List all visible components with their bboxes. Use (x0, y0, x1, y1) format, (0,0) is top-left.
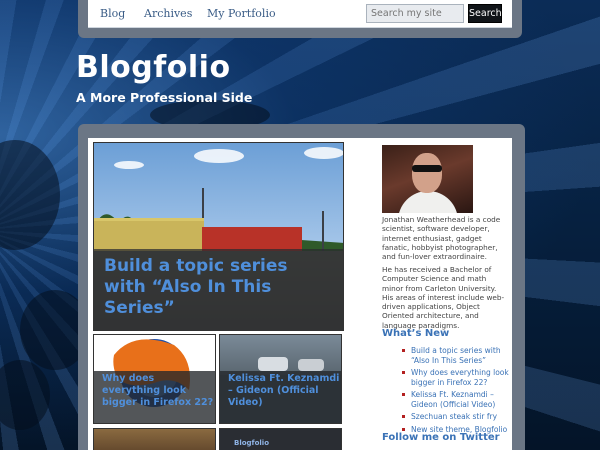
top-nav: Blog Archives My Portfolio Search (88, 0, 512, 28)
featured-post-title[interactable]: Build a topic series with “Also In This … (104, 256, 334, 319)
post-card[interactable]: Blogfolio (219, 428, 342, 450)
whats-new-item[interactable]: Szechuan steak stir fry (402, 412, 512, 422)
twitter-heading: Follow me on Twitter (382, 432, 500, 443)
whats-new-item[interactable]: Kelissa Ft. Keznamdi – Gideon (Official … (402, 390, 512, 409)
post-card[interactable]: Kelissa Ft. Keznamdi – Gideon (Official … (219, 334, 342, 424)
post-card[interactable] (93, 428, 216, 450)
nav-item-portfolio[interactable]: My Portfolio (207, 7, 276, 20)
search-button[interactable]: Search (468, 4, 502, 23)
cloud-shape (194, 149, 244, 163)
site-tagline: A More Professional Side (76, 90, 253, 105)
search-input[interactable] (366, 4, 464, 23)
car-shape (298, 359, 324, 371)
whats-new-item[interactable]: Build a topic series with “Also In This … (402, 346, 512, 365)
whats-new-item[interactable]: Why does everything look bigger in Firef… (402, 368, 512, 387)
author-bio: Jonathan Weatherhead is a code scientist… (382, 215, 501, 262)
train-car-yellow (94, 218, 204, 253)
whats-new-list: Build a topic series with “Also In This … (402, 346, 512, 437)
author-avatar (382, 145, 473, 213)
author-bio-education: He has received a Bachelor of Computer S… (382, 265, 505, 330)
post-title[interactable]: Why does everything look bigger in Firef… (102, 373, 214, 409)
post-card[interactable]: Why does everything look bigger in Firef… (93, 334, 216, 424)
featured-post[interactable]: Build a topic series with “Also In This … (93, 142, 344, 331)
nav-item-archives[interactable]: Archives (144, 7, 192, 20)
site-title[interactable]: Blogfolio (76, 50, 231, 85)
car-shape (258, 357, 288, 371)
cloud-shape (304, 147, 343, 159)
post-title[interactable]: Kelissa Ft. Keznamdi – Gideon (Official … (228, 373, 340, 409)
nav-item-blog[interactable]: Blog (100, 7, 125, 20)
post-title[interactable]: Blogfolio (234, 437, 341, 449)
whats-new-heading: What’s New (382, 328, 450, 339)
cloud-shape (114, 161, 144, 169)
